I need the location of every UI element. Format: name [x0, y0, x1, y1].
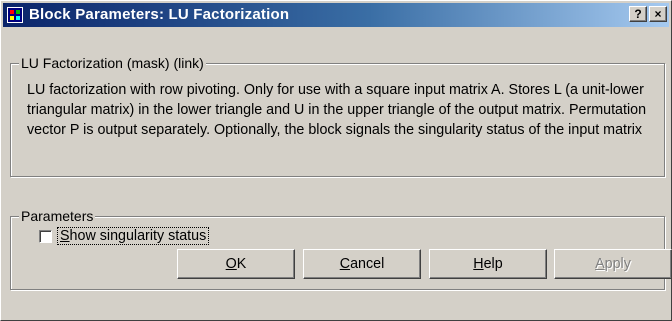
apply-button[interactable]: Apply — [554, 249, 672, 279]
window-title: Block Parameters: LU Factorization — [29, 6, 290, 23]
title-bar[interactable]: Block Parameters: LU Factorization ? × — [3, 3, 669, 27]
block-description: LU factorization with row pivoting. Only… — [27, 82, 647, 138]
help-label: Help — [473, 256, 503, 272]
block-parameters-dialog: Block Parameters: LU Factorization ? × L… — [0, 0, 672, 321]
help-icon[interactable]: ? — [629, 6, 647, 22]
apply-label: Apply — [595, 256, 631, 272]
mask-description-group: LU Factorization (mask) (link) LU factor… — [10, 55, 665, 177]
block-diagram-icon — [7, 7, 23, 23]
cancel-button[interactable]: Cancel — [303, 249, 421, 279]
cancel-label: Cancel — [339, 256, 385, 272]
show-singularity-row[interactable]: Show singularity status — [39, 227, 210, 245]
parameters-legend: Parameters — [19, 208, 96, 224]
show-singularity-label[interactable]: Show singularity status — [56, 227, 210, 245]
show-singularity-checkbox[interactable] — [39, 229, 52, 243]
ok-label: OK — [225, 256, 247, 272]
close-icon[interactable]: × — [649, 6, 667, 22]
help-button[interactable]: Help — [429, 249, 547, 279]
ok-button[interactable]: OK — [177, 249, 295, 279]
mask-legend: LU Factorization (mask) (link) — [19, 55, 206, 71]
